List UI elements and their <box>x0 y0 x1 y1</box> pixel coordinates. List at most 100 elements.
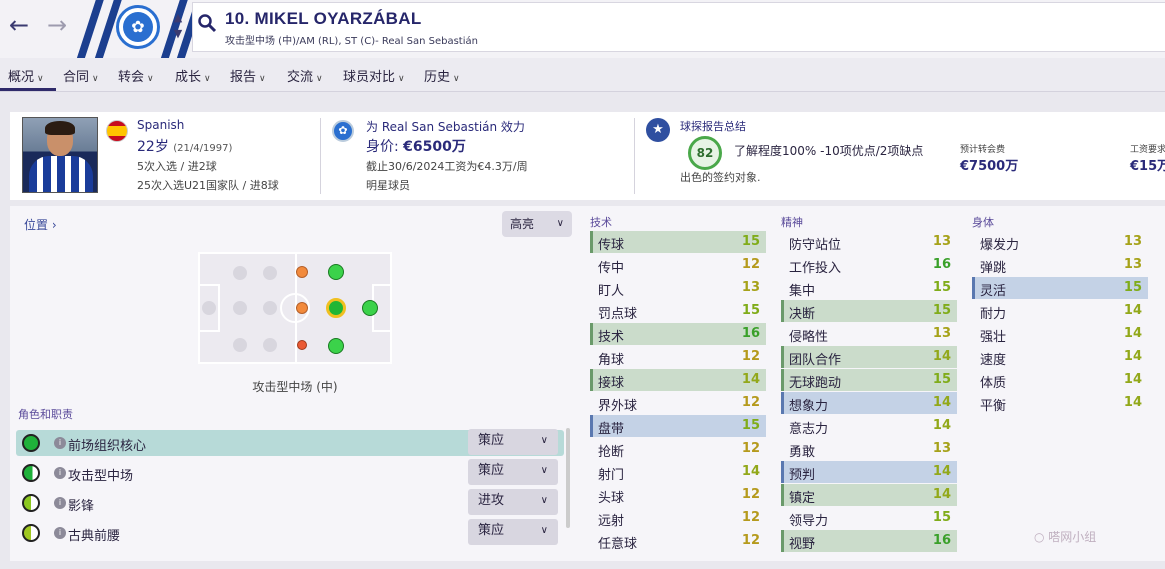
attribute-row[interactable]: 集中 15 <box>781 277 957 299</box>
attribute-row[interactable]: 想象力 14 <box>781 392 957 414</box>
scout-report-title[interactable]: 球探报告总结 <box>680 118 746 134</box>
chevron-down-icon: ∨ <box>540 525 548 536</box>
player-name: 10. MIKEL OYARZÁBAL <box>225 9 422 28</box>
attribute-row[interactable]: 领导力 15 <box>781 507 957 529</box>
info-icon[interactable]: i <box>54 527 66 539</box>
tab-overview[interactable]: 概况 ∨ <box>8 66 44 85</box>
attribute-row[interactable]: 任意球 12 <box>590 530 766 552</box>
attribute-row[interactable]: 体质 14 <box>972 369 1148 391</box>
chevron-down-icon: ∨ <box>37 74 44 84</box>
attribute-name: 领导力 <box>789 514 829 529</box>
attribute-name: 意志力 <box>789 422 829 437</box>
attribute-row[interactable]: 工作投入 16 <box>781 254 957 276</box>
attribute-row[interactable]: 盘带 15 <box>590 415 766 437</box>
role-row[interactable]: i 攻击型中场 策应 ∨ <box>16 459 564 486</box>
attribute-row[interactable]: 意志力 14 <box>781 415 957 437</box>
duty-dropdown[interactable]: 策应 ∨ <box>468 429 558 455</box>
tab-label: 历史 <box>424 70 451 85</box>
attribute-name: 平衡 <box>980 399 1007 414</box>
attribute-name: 任意球 <box>598 537 638 552</box>
attribute-row[interactable]: 灵活 15 <box>972 277 1148 299</box>
attribute-name: 爆发力 <box>980 238 1020 253</box>
attribute-value: 14 <box>932 464 951 479</box>
position-dot-ml <box>263 266 277 280</box>
club-badge-icon[interactable]: ✿ <box>116 5 160 49</box>
info-icon[interactable]: i <box>54 437 66 449</box>
attribute-row[interactable]: 镇定 14 <box>781 484 957 506</box>
attribute-row[interactable]: 传中 12 <box>590 254 766 276</box>
attribute-row[interactable]: 强壮 14 <box>972 323 1148 345</box>
player-photo[interactable] <box>22 117 98 193</box>
attribute-row[interactable]: 头球 12 <box>590 484 766 506</box>
tab-bar: 概况 ∨ 合同 ∨ 转会 ∨ 成长 ∨ 报告 ∨ 交流 ∨ 球员对比 ∨ 历史 ∨ <box>0 58 1165 92</box>
info-icon[interactable]: i <box>54 467 66 479</box>
role-suitability-icon <box>22 464 40 482</box>
position-link[interactable]: 位置 › <box>24 216 57 233</box>
wage-demand-value: €15万 <box>1130 159 1165 174</box>
attribute-row[interactable]: 预判 14 <box>781 461 957 483</box>
attribute-row[interactable]: 决断 15 <box>781 300 957 322</box>
player-switch-arrows-icon[interactable]: ▲ ▼ <box>170 10 186 42</box>
attribute-row[interactable]: 防守站位 13 <box>781 231 957 253</box>
attribute-row[interactable]: 团队合作 14 <box>781 346 957 368</box>
duty-dropdown[interactable]: 策应 ∨ <box>468 459 558 485</box>
role-row[interactable]: i 古典前腰 策应 ∨ <box>16 519 564 546</box>
transfer-fee-value: €7500万 <box>960 159 1019 174</box>
attribute-row[interactable]: 爆发力 13 <box>972 231 1148 253</box>
attribute-row[interactable]: 技术 16 <box>590 323 766 345</box>
tab-reports[interactable]: 报告 ∨ <box>230 66 266 85</box>
tab-contract[interactable]: 合同 ∨ <box>63 66 99 85</box>
role-row[interactable]: i 前场组织核心 策应 ∨ <box>16 429 564 456</box>
attribute-row[interactable]: 接球 14 <box>590 369 766 391</box>
divider <box>320 118 321 194</box>
attribute-row[interactable]: 速度 14 <box>972 346 1148 368</box>
club-line[interactable]: 为 Real San Sebastián 效力 <box>366 118 525 135</box>
role-suitability-icon <box>22 494 40 512</box>
search-icon[interactable] <box>197 13 217 33</box>
attribute-name: 传球 <box>598 238 625 253</box>
duty-dropdown[interactable]: 策应 ∨ <box>468 519 558 545</box>
highlight-dropdown[interactable]: 高亮 ∨ <box>502 211 572 237</box>
attribute-value: 14 <box>1123 372 1142 387</box>
attribute-row[interactable]: 侵略性 13 <box>781 323 957 345</box>
active-tab-indicator <box>0 88 56 91</box>
club-badge-icon[interactable]: ✿ <box>332 120 354 142</box>
duty-dropdown[interactable]: 进攻 ∨ <box>468 489 558 515</box>
attribute-row[interactable]: 弹跳 13 <box>972 254 1148 276</box>
attribute-row[interactable]: 远射 12 <box>590 507 766 529</box>
attribute-value: 15 <box>932 372 951 387</box>
star-icon: ★ <box>646 118 670 142</box>
attribute-row[interactable]: 罚点球 15 <box>590 300 766 322</box>
attribute-row[interactable]: 界外球 12 <box>590 392 766 414</box>
role-row[interactable]: i 影锋 进攻 ∨ <box>16 489 564 516</box>
tab-label: 报告 <box>230 70 257 85</box>
attribute-row[interactable]: 角球 12 <box>590 346 766 368</box>
attribute-name: 灵活 <box>980 284 1007 299</box>
pitch-box-line <box>218 284 220 332</box>
attribute-row[interactable]: 耐力 14 <box>972 300 1148 322</box>
attribute-row[interactable]: 射门 14 <box>590 461 766 483</box>
attribute-row[interactable]: 抢断 12 <box>590 438 766 460</box>
attribute-row[interactable]: 盯人 13 <box>590 277 766 299</box>
tab-history[interactable]: 历史 ∨ <box>424 66 460 85</box>
highlight-marker <box>781 461 784 483</box>
attribute-row[interactable]: 无球跑动 15 <box>781 369 957 391</box>
back-arrow-icon[interactable]: ← <box>4 10 34 40</box>
info-icon[interactable]: i <box>54 497 66 509</box>
tab-development[interactable]: 成长 ∨ <box>175 66 211 85</box>
roles-scrollbar[interactable] <box>566 428 570 528</box>
attribute-row[interactable]: 传球 15 <box>590 231 766 253</box>
forward-arrow-icon[interactable]: → <box>42 10 72 40</box>
attribute-value: 12 <box>741 395 760 410</box>
tab-compare[interactable]: 球员对比 ∨ <box>343 66 405 85</box>
attribute-row[interactable]: 平衡 14 <box>972 392 1148 414</box>
tab-interaction[interactable]: 交流 ∨ <box>287 66 323 85</box>
spain-flag-icon[interactable] <box>106 120 128 142</box>
chevron-down-icon: ∨ <box>204 74 211 84</box>
attribute-row[interactable]: 视野 16 <box>781 530 957 552</box>
attribute-name: 决断 <box>789 307 816 322</box>
tab-transfer[interactable]: 转会 ∨ <box>118 66 154 85</box>
wage-demand-label: 工资要求 <box>1130 145 1165 155</box>
nationality[interactable]: Spanish <box>137 118 184 132</box>
attribute-row[interactable]: 勇敢 13 <box>781 438 957 460</box>
